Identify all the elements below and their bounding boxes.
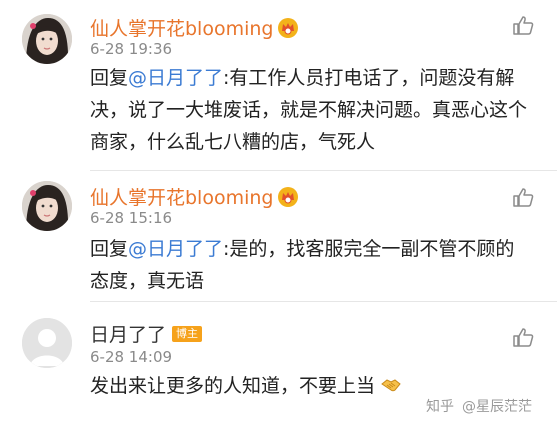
username-text[interactable]: 日月了了 <box>90 320 166 347</box>
username[interactable]: 日月了了 博主 <box>90 320 203 347</box>
avatar[interactable] <box>22 181 72 231</box>
username-text[interactable]: 仙人掌开花blooming <box>90 183 273 210</box>
comment-content: 发出来让更多的人知道，不要上当 <box>90 375 376 397</box>
watermark: 知乎 @星辰茫茫 <box>426 396 532 416</box>
timestamp: 6-28 15:16 <box>90 209 173 227</box>
crown-badge-icon <box>278 17 299 38</box>
comment-text: 回复@日月了了:有工作人员打电话了，问题没有解决，说了一大堆废话，就是不解决问题… <box>90 62 530 158</box>
thumbs-up-icon[interactable] <box>512 14 534 36</box>
reply-prefix: 回复 <box>90 238 129 260</box>
mention-link[interactable]: @日月了了 <box>128 67 223 89</box>
user-photo-icon <box>22 14 72 64</box>
thumbs-up-icon[interactable] <box>512 326 534 348</box>
mention-link[interactable]: @日月了了 <box>128 238 223 260</box>
user-photo-icon <box>22 181 72 231</box>
handshake-emoji-icon <box>381 379 401 392</box>
watermark-site: 知乎 <box>426 399 454 415</box>
avatar[interactable] <box>22 318 72 368</box>
default-avatar-icon <box>22 318 72 368</box>
crown-badge-icon <box>278 186 299 207</box>
comment-item: 仙人掌开花blooming 6-28 15:16 回复@日月了了:是的，找客服完… <box>0 171 557 301</box>
thumbs-up-icon[interactable] <box>512 186 534 208</box>
author-badge: 博主 <box>172 325 203 342</box>
comment-item: 仙人掌开花blooming 6-28 19:36 回复@日月了了:有工作人员打电… <box>0 0 557 170</box>
username-text[interactable]: 仙人掌开花blooming <box>90 14 273 41</box>
timestamp: 6-28 14:09 <box>90 348 173 366</box>
comment-text: 回复@日月了了:是的，找客服完全一副不管不顾的态度，真无语 <box>90 233 530 297</box>
reply-prefix: 回复 <box>90 67 129 89</box>
watermark-author: @星辰茫茫 <box>462 399 532 415</box>
timestamp: 6-28 19:36 <box>90 40 173 58</box>
username[interactable]: 仙人掌开花blooming <box>90 14 299 41</box>
username[interactable]: 仙人掌开花blooming <box>90 183 299 210</box>
avatar[interactable] <box>22 14 72 64</box>
